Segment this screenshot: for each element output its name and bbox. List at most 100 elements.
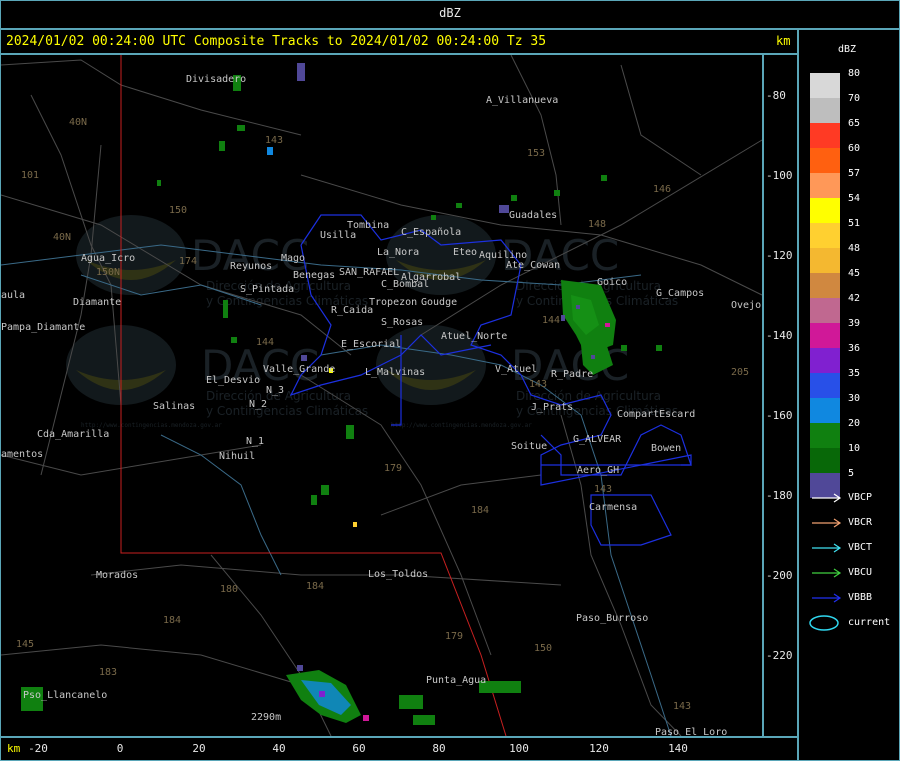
legend-label: 39 <box>848 318 861 329</box>
legend-label: 30 <box>848 393 861 404</box>
place-label: Punta_Agua <box>426 675 486 686</box>
watermark-url: http://www.contingencias.mendoza.gov.ar <box>391 422 532 429</box>
track-arrow-icon <box>812 518 842 528</box>
place-label: Eteo <box>453 247 477 258</box>
route-label: 184 <box>163 615 181 626</box>
legend-label: 57 <box>848 168 861 179</box>
place-label: Paso_El_Loro <box>655 727 727 736</box>
legend-swatch <box>810 373 840 398</box>
current-ellipse-icon <box>809 615 839 631</box>
legend-swatch <box>810 273 840 298</box>
legend-label: 65 <box>848 118 861 129</box>
route-label: 143 <box>673 701 691 712</box>
place-label: Paso_Burroso <box>576 613 648 624</box>
route-label: 144 <box>542 315 560 326</box>
place-label: R_Padre <box>551 369 593 380</box>
place-label: Goico <box>597 277 627 288</box>
x-tick: 80 <box>432 742 446 755</box>
place-label: G_Campos <box>656 288 704 299</box>
place-label: Ate_Cowan <box>506 260 560 271</box>
legend-swatch <box>810 223 840 248</box>
route-label: 153 <box>527 148 545 159</box>
legend-swatch <box>810 73 840 98</box>
y-tick: -220 <box>766 649 793 662</box>
track-label: VBCP <box>848 492 873 503</box>
x-tick: 120 <box>589 742 609 755</box>
route-label: 179 <box>445 631 463 642</box>
x-tick: 140 <box>668 742 688 755</box>
place-label: E_Escorial <box>341 339 401 350</box>
legend-swatch <box>810 323 840 348</box>
route-label: 183 <box>99 667 117 678</box>
legend-swatch <box>810 148 840 173</box>
route-label: 143 <box>265 135 283 146</box>
track-arrow-icon <box>812 543 842 553</box>
place-label: Soitue <box>511 441 547 452</box>
place-label: C_Bombal <box>381 279 429 290</box>
place-label: Salinas <box>153 401 195 412</box>
y-tick: -140 <box>766 329 793 342</box>
place-label: La_Nora <box>377 247 419 258</box>
legend-label: 20 <box>848 418 861 429</box>
route-label: 40N <box>69 117 87 128</box>
legend-swatch <box>810 98 840 123</box>
track-label: VBCT <box>848 542 873 553</box>
route-label: 143 <box>529 379 547 390</box>
place-label: Ovejo <box>731 300 761 311</box>
place-label: Valle_Grande <box>263 364 335 375</box>
x-tick: 0 <box>116 742 124 755</box>
y-tick: -120 <box>766 249 793 262</box>
x-tick: 40 <box>272 742 286 755</box>
x-tick: -20 <box>28 742 48 755</box>
route-label: 146 <box>653 184 671 195</box>
route-label: 174 <box>179 256 197 267</box>
y-tick: -180 <box>766 489 793 502</box>
place-label: Reyunos <box>230 261 272 272</box>
route-label: 205 <box>731 367 749 378</box>
legend-label: 80 <box>848 68 861 79</box>
place-label: S_Rosas <box>381 317 423 328</box>
x-tick: 100 <box>509 742 529 755</box>
legend-label: 36 <box>848 343 861 354</box>
x-axis-unit: km <box>7 742 21 755</box>
place-label: N_1 <box>246 436 264 447</box>
place-label: Cda_Amarilla <box>37 429 109 440</box>
watermark-line1: Dirección de Agricultura <box>516 389 661 403</box>
y-tick: -100 <box>766 169 793 182</box>
track-label: VBCR <box>848 517 873 528</box>
route-label: 184 <box>306 581 324 592</box>
y-axis-panel <box>763 54 798 737</box>
place-label: Pampa_Diamante <box>1 322 85 333</box>
legend-label: 51 <box>848 218 861 229</box>
legend-swatch <box>810 423 840 448</box>
radar-map[interactable]: DACC Dirección de Agricultura y Continge… <box>1 55 762 736</box>
place-label: Benegas <box>293 270 335 281</box>
route-label: 148 <box>588 219 606 230</box>
place-label: El_Desvio <box>206 375 260 386</box>
place-label: Nihuil <box>219 451 255 462</box>
place-label: Agua_Icro <box>81 253 135 264</box>
place-label: Morados <box>96 570 138 581</box>
map-title: 2024/01/02 00:24:00 UTC Composite Tracks… <box>6 34 547 49</box>
route-label: 101 <box>21 170 39 181</box>
place-label: Divisadero <box>186 74 246 85</box>
place-label: Usilla <box>320 230 356 241</box>
place-label: Pso_Llancanelo <box>23 690 107 701</box>
legend-label: 48 <box>848 243 861 254</box>
route-label: 144 <box>256 337 274 348</box>
x-tick: 60 <box>352 742 366 755</box>
track-label: VBCU <box>848 567 873 578</box>
place-label: Mago <box>281 253 305 264</box>
place-label: Tropezon <box>369 297 417 308</box>
place-label: Aero_GH <box>577 465 619 476</box>
place-label: Atuel_Norte <box>441 331 507 342</box>
place-label: amentos <box>1 449 43 460</box>
y-tick: -80 <box>766 89 786 102</box>
place-label: A_Villanueva <box>486 95 558 106</box>
y-axis-unit: km <box>776 34 791 48</box>
place-label: Diamante <box>73 297 121 308</box>
track-arrow-icon <box>812 568 842 578</box>
watermark-line2: y Contingencias Climáticas <box>206 404 368 418</box>
place-label: N_2 <box>249 399 267 410</box>
route-label: 40N <box>53 232 71 243</box>
